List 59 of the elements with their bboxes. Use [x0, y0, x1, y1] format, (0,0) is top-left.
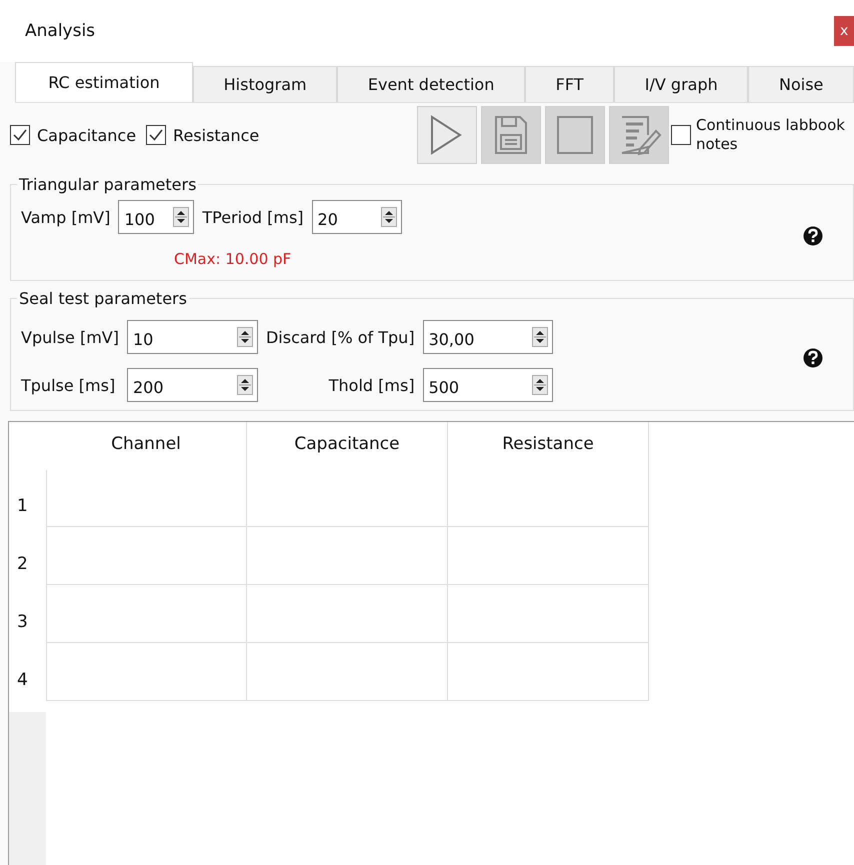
tab[interactable]: I/V graph	[614, 66, 748, 102]
field-label: Vamp [mV]	[21, 208, 110, 226]
checkbox-label: Capacitance	[37, 126, 136, 144]
spin-box[interactable]: 100	[118, 200, 194, 234]
checkbox[interactable]	[671, 125, 691, 145]
table-cell[interactable]	[246, 526, 448, 584]
field-label: TPeriod [ms]	[202, 208, 304, 226]
spin-box[interactable]: 30,00	[422, 320, 553, 354]
field-value: 500	[428, 376, 460, 396]
tab[interactable]: Event detection	[337, 66, 525, 102]
field-value: 10	[132, 328, 154, 348]
column-header[interactable]: Capacitance	[246, 422, 448, 470]
table-cell[interactable]	[246, 584, 448, 642]
checkbox[interactable]	[10, 125, 30, 145]
help-icon[interactable]	[803, 226, 823, 246]
group-title: Seal test parameters	[18, 289, 188, 308]
table-cell[interactable]	[448, 584, 648, 642]
spin-arrows-icon[interactable]	[236, 327, 253, 347]
table-cell[interactable]	[448, 470, 648, 526]
tab[interactable]: Noise	[748, 66, 854, 102]
checkbox-label: Continuous labbook notes	[696, 116, 846, 154]
table-cell[interactable]	[246, 642, 448, 700]
tab[interactable]: RC estimation	[15, 62, 193, 102]
field-value: 100	[123, 208, 156, 228]
table-cell[interactable]	[46, 470, 246, 526]
spin-box[interactable]: 200	[126, 368, 258, 402]
close-button[interactable]: x	[834, 16, 854, 46]
checkbox-label: Resistance	[173, 126, 260, 144]
spin-box[interactable]: 10	[126, 320, 258, 354]
group-title: Triangular parameters	[18, 175, 198, 194]
tab[interactable]: FFT	[524, 66, 614, 102]
run-button[interactable]	[417, 106, 477, 164]
table-cell[interactable]	[46, 642, 246, 700]
field-label: Vpulse [mV]	[21, 328, 119, 346]
field-value: 20	[316, 208, 339, 228]
spin-arrows-icon[interactable]	[532, 375, 548, 395]
help-icon[interactable]	[803, 348, 823, 368]
spin-box[interactable]: 20	[312, 200, 402, 234]
table-cell[interactable]	[46, 526, 246, 584]
spin-arrows-icon[interactable]	[532, 327, 548, 347]
table-cell[interactable]	[46, 584, 246, 642]
table-cell[interactable]	[448, 642, 648, 700]
field-label: Discard [% of Tpu]	[266, 328, 415, 346]
tab[interactable]: Histogram	[193, 66, 338, 102]
field-value: 30,00	[428, 328, 476, 348]
field-label: Tpulse [ms]	[21, 376, 116, 394]
checkbox[interactable]	[146, 125, 166, 145]
spin-box[interactable]: 500	[422, 368, 553, 402]
field-value: 200	[132, 376, 165, 396]
field-label: Thold [ms]	[328, 376, 415, 394]
cmax-text: CMax: 10.00 pF	[174, 250, 292, 268]
table-cell[interactable]	[246, 470, 448, 526]
column-header[interactable]: Resistance	[448, 422, 648, 470]
spin-arrows-icon[interactable]	[173, 207, 190, 227]
column-header[interactable]: Channel	[46, 422, 246, 470]
window-title: Analysis	[25, 21, 96, 41]
spin-arrows-icon[interactable]	[380, 207, 397, 227]
spin-arrows-icon[interactable]	[236, 375, 253, 395]
table-cell[interactable]	[448, 526, 648, 584]
